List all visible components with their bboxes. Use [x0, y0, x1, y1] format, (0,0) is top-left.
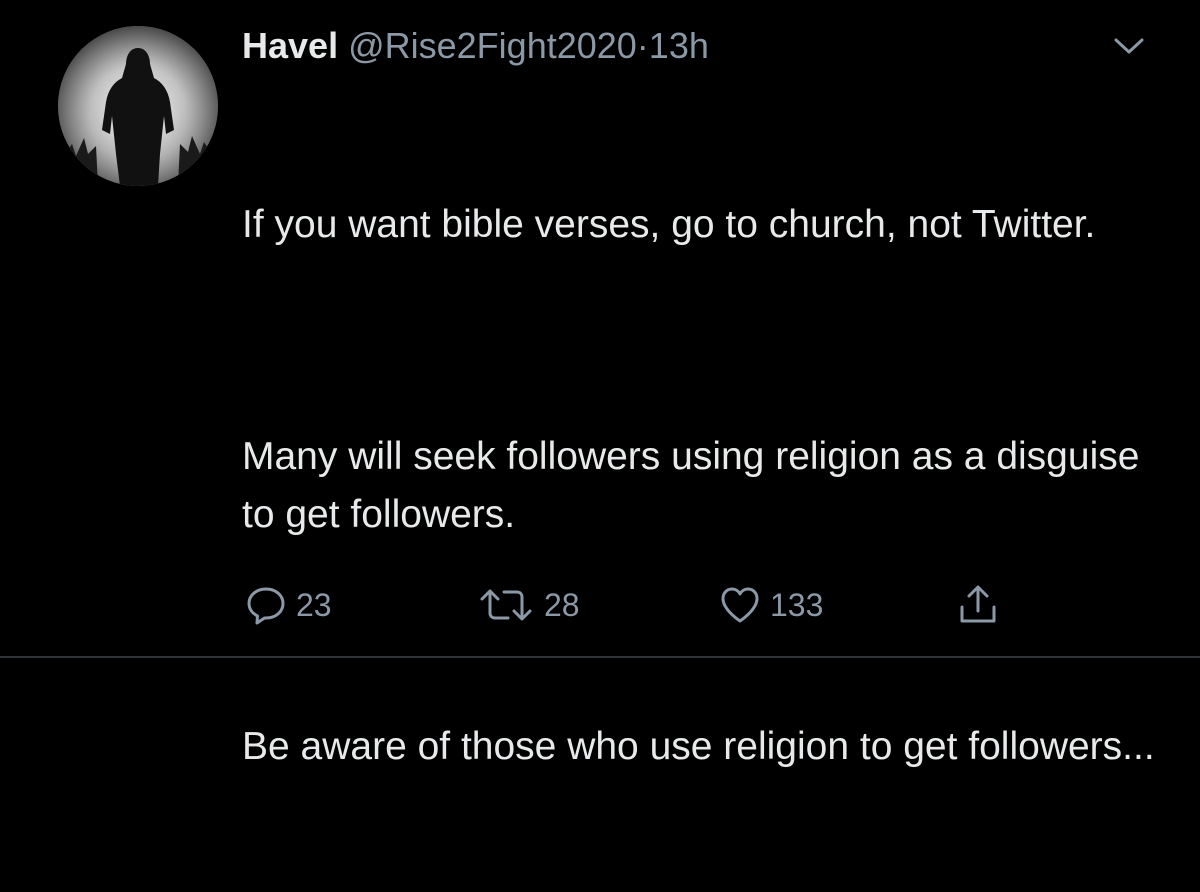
- tweet-paragraph: Many will seek followers using religion …: [242, 435, 1151, 536]
- author-handle[interactable]: @Rise2Fight2020: [348, 25, 637, 66]
- retweet-count: 28: [544, 586, 580, 623]
- reply-button[interactable]: 23: [244, 580, 332, 630]
- avatar[interactable]: [58, 26, 218, 186]
- retweet-icon: [480, 589, 532, 621]
- like-button[interactable]: 133: [718, 580, 823, 630]
- tweet-menu-button[interactable]: [1112, 32, 1146, 58]
- tweet-paragraph: If you want bible verses, go to church, …: [242, 203, 1096, 246]
- heart-icon: [721, 587, 759, 623]
- tweet-header: Havel @Rise2Fight2020·13h: [242, 24, 709, 68]
- tweet-text: If you want bible verses, go to church, …: [242, 80, 1172, 892]
- tweet-actions: 23 28 133: [244, 580, 1044, 630]
- like-count: 133: [770, 586, 824, 623]
- separator-dot: ·: [636, 25, 649, 66]
- share-button[interactable]: [956, 580, 1000, 630]
- reply-count: 23: [296, 586, 332, 623]
- share-icon: [960, 585, 996, 623]
- avatar-image: [58, 26, 218, 186]
- reply-icon: [247, 587, 285, 625]
- tweet-paragraph: Be aware of those who use religion to ge…: [242, 725, 1155, 768]
- retweet-button[interactable]: 28: [476, 580, 580, 630]
- divider: [0, 656, 1200, 658]
- chevron-down-icon: [1114, 38, 1144, 54]
- tweet-time[interactable]: 13h: [649, 25, 709, 66]
- author-name[interactable]: Havel: [242, 25, 338, 66]
- tweet[interactable]: Havel @Rise2Fight2020·13h If you want bi…: [0, 0, 1200, 768]
